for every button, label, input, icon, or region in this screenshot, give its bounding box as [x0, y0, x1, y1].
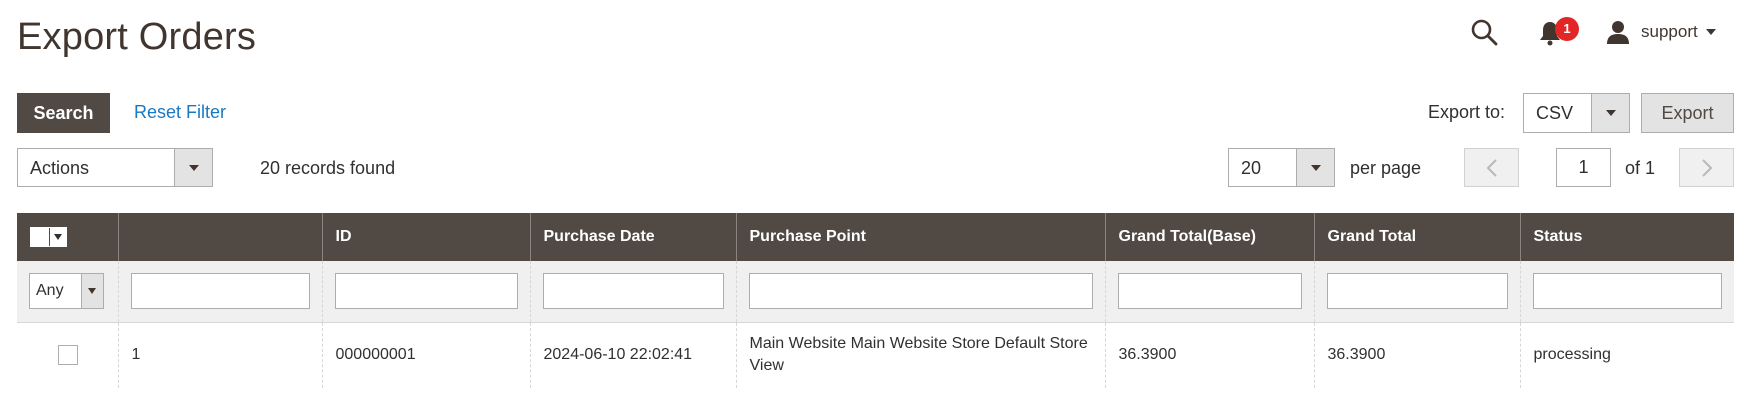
user-menu[interactable]: support	[1605, 18, 1716, 46]
current-page-input[interactable]	[1556, 148, 1611, 187]
export-button[interactable]: Export	[1641, 93, 1734, 133]
mass-select-header	[17, 213, 119, 261]
row-select-cell	[17, 322, 119, 388]
column-header-index[interactable]	[118, 213, 323, 261]
reset-filter-link[interactable]: Reset Filter	[134, 102, 226, 123]
column-header-grand-total-base[interactable]: Grand Total(Base)	[1105, 213, 1315, 261]
records-found: 20 records found	[260, 158, 396, 178]
cell-grand-total-base: 36.3900	[1105, 322, 1315, 388]
column-header-id[interactable]: ID	[322, 213, 531, 261]
row-checkbox[interactable]	[58, 345, 78, 366]
grid-filter-row: Any	[17, 261, 1734, 323]
filter-id-input[interactable]	[334, 273, 518, 310]
filter-purchase-date-input[interactable]	[542, 273, 724, 310]
per-page-label: per page	[1350, 158, 1422, 178]
table-row[interactable]: 1 000000001 2024-06-10 22:02:41 Main Web…	[17, 322, 1734, 388]
grid-header-row: ID Purchase Date Purchase Point Grand To…	[17, 213, 1734, 261]
filter-cell-status	[1520, 261, 1734, 323]
mass-select-checkbox[interactable]	[31, 228, 51, 246]
filter-cell-grand-total-base	[1105, 261, 1315, 323]
column-header-status[interactable]: Status	[1520, 213, 1734, 261]
cell-index: 1	[118, 322, 323, 388]
filter-purchase-point-input[interactable]	[748, 273, 1093, 310]
chevron-down-icon	[1296, 149, 1334, 186]
next-page-button[interactable]	[1679, 148, 1734, 187]
user-name: support	[1641, 22, 1698, 41]
filter-cell-purchase-date	[530, 261, 737, 323]
cell-purchase-date: 2024-06-10 22:02:41	[530, 322, 737, 388]
per-page-select[interactable]: 20	[1228, 148, 1335, 187]
chevron-down-icon[interactable]	[49, 228, 66, 246]
cell-id: 000000001	[322, 322, 531, 388]
filter-cell-select: Any	[17, 261, 119, 323]
filter-cell-purchase-point	[736, 261, 1106, 323]
filter-index-input[interactable]	[130, 273, 310, 310]
user-icon	[1607, 21, 1629, 44]
chevron-down-icon	[174, 149, 212, 186]
previous-page-button[interactable]	[1464, 148, 1519, 187]
export-format-select[interactable]: CSV	[1523, 93, 1630, 133]
orders-grid: ID Purchase Date Purchase Point Grand To…	[17, 213, 1734, 388]
export-format-value: CSV	[1536, 103, 1574, 123]
filter-cell-grand-total	[1314, 261, 1521, 323]
cell-status: processing	[1520, 322, 1734, 388]
column-header-purchase-date[interactable]: Purchase Date	[530, 213, 737, 261]
column-header-purchase-point[interactable]: Purchase Point	[736, 213, 1106, 261]
page-title: Export Orders	[17, 16, 257, 58]
filter-any-value: Any	[36, 282, 64, 300]
per-page-value: 20	[1241, 158, 1262, 178]
actions-select-value: Actions	[30, 158, 90, 178]
chevron-down-icon	[1591, 94, 1629, 132]
filter-grand-total-base-input[interactable]	[1117, 273, 1302, 310]
export-to-label: Export to:	[1428, 102, 1506, 122]
chevron-left-icon	[1486, 159, 1497, 177]
actions-select[interactable]: Actions	[17, 148, 213, 187]
notifications-badge[interactable]: 1	[1555, 17, 1579, 41]
search-icon[interactable]	[1470, 18, 1498, 46]
filter-cell-id	[322, 261, 531, 323]
filter-cell-index	[118, 261, 323, 323]
page-of-label: of 1	[1625, 158, 1656, 178]
chevron-down-icon	[1705, 29, 1716, 35]
cell-grand-total: 36.3900	[1314, 322, 1521, 388]
chevron-down-icon	[81, 274, 103, 309]
chevron-right-icon	[1702, 159, 1713, 177]
mass-select-dropdown[interactable]	[30, 227, 67, 247]
search-button[interactable]: Search	[17, 93, 110, 133]
filter-grand-total-input[interactable]	[1326, 273, 1508, 310]
filter-any-select[interactable]: Any	[29, 273, 104, 310]
cell-purchase-point: Main Website Main Website Store Default …	[736, 322, 1106, 388]
column-header-grand-total[interactable]: Grand Total	[1314, 213, 1521, 261]
filter-status-input[interactable]	[1532, 273, 1722, 310]
